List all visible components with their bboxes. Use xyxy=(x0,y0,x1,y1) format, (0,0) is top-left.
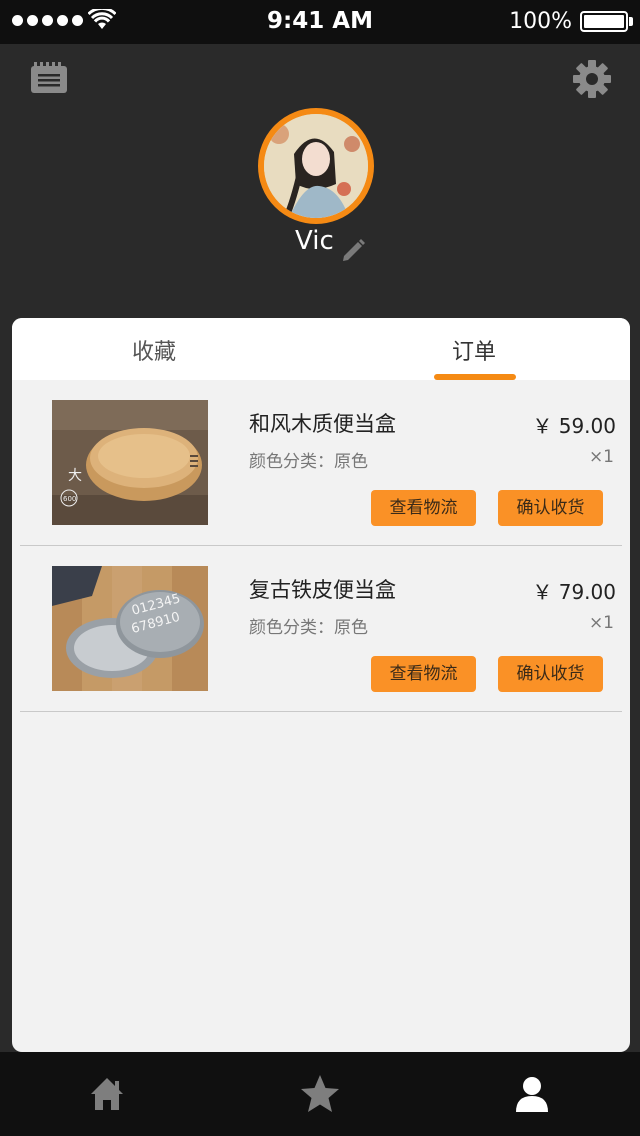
product-spec: 颜色分类：原色 xyxy=(249,452,368,472)
product-price: ￥ 79.00 xyxy=(532,580,616,604)
view-logistics-button[interactable]: 查看物流 xyxy=(371,490,476,526)
product-image[interactable]: 012345 678910 xyxy=(52,566,208,691)
order-item[interactable]: 大 600 和风木质便当盒 ￥ 59.00 颜色分类：原色 ×1 查看物流 确认… xyxy=(20,380,622,546)
pencil-icon[interactable] xyxy=(340,236,366,262)
product-quantity: ×1 xyxy=(588,447,614,467)
home-icon[interactable] xyxy=(85,1072,129,1116)
segment-tabs: 收藏 订单 xyxy=(12,318,630,380)
username: Vic xyxy=(295,226,334,256)
tab-favorites[interactable]: 收藏 xyxy=(54,334,254,366)
battery-percent: 100% xyxy=(509,9,572,34)
product-quantity: ×1 xyxy=(588,613,614,633)
order-list: 大 600 和风木质便当盒 ￥ 59.00 颜色分类：原色 ×1 查看物流 确认… xyxy=(12,380,630,712)
product-spec: 颜色分类：原色 xyxy=(249,618,368,638)
avatar[interactable] xyxy=(258,108,374,224)
confirm-receipt-button[interactable]: 确认收货 xyxy=(498,490,603,526)
battery-icon xyxy=(580,11,628,32)
product-image-subcaption: 600 xyxy=(63,495,76,503)
profile-screen: 9:41 AM 100% Vic 收藏 订单 大 600 和风木质便当盒 ￥ 5… xyxy=(0,0,640,1136)
star-icon[interactable] xyxy=(298,1072,342,1116)
bottom-tab-bar xyxy=(0,1052,640,1136)
view-logistics-button[interactable]: 查看物流 xyxy=(371,656,476,692)
order-item[interactable]: 012345 678910 复古铁皮便当盒 ￥ 79.00 颜色分类：原色 ×1… xyxy=(20,546,622,712)
user-icon[interactable] xyxy=(510,1072,554,1116)
product-image-caption: 大 xyxy=(68,468,82,484)
notes-icon[interactable] xyxy=(30,62,68,94)
confirm-receipt-button[interactable]: 确认收货 xyxy=(498,656,603,692)
battery-tip xyxy=(629,17,633,26)
status-bar: 9:41 AM 100% xyxy=(0,0,640,44)
product-name[interactable]: 和风木质便当盒 xyxy=(249,408,396,438)
content-card: 收藏 订单 大 600 和风木质便当盒 ￥ 59.00 颜色分类：原色 ×1 查… xyxy=(12,318,630,1052)
product-image[interactable]: 大 600 xyxy=(52,400,208,525)
product-price: ￥ 59.00 xyxy=(532,414,616,438)
gear-icon[interactable] xyxy=(572,59,612,99)
tab-orders[interactable]: 订单 xyxy=(374,334,574,366)
product-name[interactable]: 复古铁皮便当盒 xyxy=(249,574,396,604)
